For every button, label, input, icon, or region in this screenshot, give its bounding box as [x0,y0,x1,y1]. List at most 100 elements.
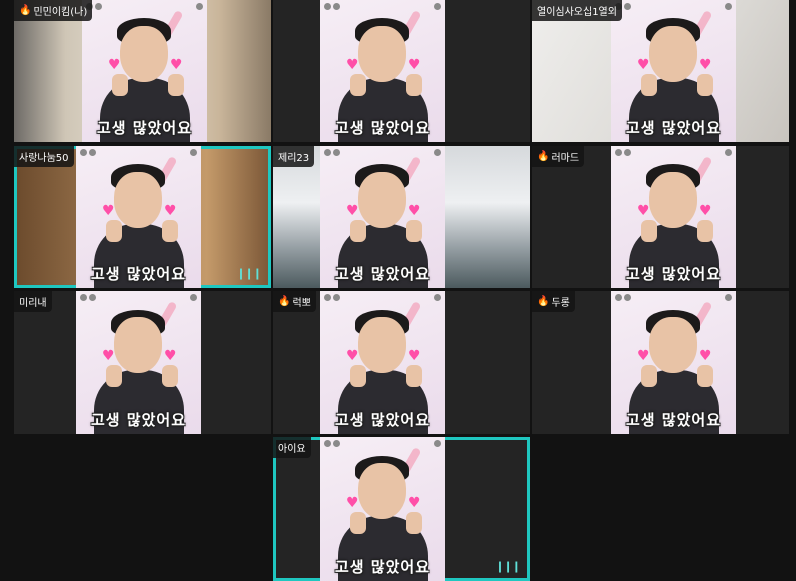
participant-tile[interactable]: 사랑나눔50 ♥ ♥ 고생 많았어요 ❙❙❙ [14,146,271,288]
person-face [358,25,406,82]
sticker-controls[interactable] [324,3,340,10]
heart-icon: ♥ [108,56,121,73]
participant-tile[interactable]: 🔥 두롱 ♥ ♥ 고생 많았어요 [532,291,789,434]
sticker-overlay: ♥ ♥ 고생 많았어요 [611,0,736,142]
participant-name-label: 제리23 [273,146,315,167]
sticker-caption: 고생 많았어요 [625,265,722,283]
participant-name-label: 🔥 두롱 [532,291,575,312]
person-face [358,316,406,373]
person-face [358,462,406,519]
participant-tile[interactable]: 🔥 민민이킴(나) ♥ ♥ 고생 많았어요 [14,0,271,142]
participant-tile[interactable]: 미리내 ♥ ♥ 고생 많았어요 [14,291,271,434]
fire-badge-icon: 🔥 [537,296,550,307]
heart-icon: ♥ [346,494,359,511]
sticker-close-icon[interactable] [434,294,441,301]
sticker-overlay: ♥ ♥ 고생 많았어요 [320,146,445,288]
heart-icon: ♥ [408,56,421,73]
sticker-caption: 고생 많았어요 [334,119,431,137]
heart-icon: ♥ [699,56,712,73]
participant-name-label: 미리내 [14,291,52,312]
fire-badge-icon: 🔥 [278,296,291,307]
sticker-close-icon[interactable] [434,149,441,156]
person-face [649,171,697,228]
participant-name: 럭뽀 [292,298,311,309]
participant-tile[interactable]: 제리23 ♥ ♥ 고생 많았어요 [273,146,530,288]
person-face [358,171,406,228]
participant-tile[interactable]: 🔥 럭뽀 ♥ ♥ 고생 많았어요 [273,291,530,434]
heart-icon: ♥ [408,202,421,219]
sticker-controls[interactable] [615,149,631,156]
sticker-overlay: ♥ ♥ 고생 많았어요 [76,146,201,288]
heart-icon: ♥ [164,348,177,365]
participant-name-label: 🔥 민민이킴(나) [14,0,93,21]
sticker-controls[interactable] [80,149,96,156]
participant-name: 열이심사오십1열외 [537,7,617,18]
fire-badge-icon: 🔥 [537,151,550,162]
sticker-close-icon[interactable] [434,440,441,447]
participant-name: 민민이킴(나) [33,7,88,18]
audio-level-icon: ❙❙❙ [495,560,521,573]
heart-icon: ♥ [102,348,115,365]
heart-icon: ♥ [346,348,359,365]
participant-name: 미리내 [19,298,47,309]
heart-icon: ♥ [699,202,712,219]
heart-icon: ♥ [637,348,650,365]
participant-name-label: 🔥 러마드 [532,146,585,167]
participant-tile[interactable]: 아이요 ♥ ♥ 고생 많았어요 ❙❙❙ [273,437,530,581]
participant-name-label: 아이요 [273,437,311,458]
participant-tile[interactable]: 열이심사오십1열외 ♥ ♥ 고생 많았어요 [532,0,789,142]
sticker-caption: 고생 많았어요 [334,411,431,429]
sticker-close-icon[interactable] [196,3,203,10]
heart-icon: ♥ [637,56,650,73]
participant-name: 제리23 [278,153,310,164]
sticker-close-icon[interactable] [725,294,732,301]
heart-icon: ♥ [408,494,421,511]
participant-name-label: 사랑나눔50 [14,146,74,167]
person-face [114,316,162,373]
audio-level-icon: ❙❙❙ [236,267,262,280]
participant-tile[interactable]: 🔥 러마드 ♥ ♥ 고생 많았어요 [532,146,789,288]
sticker-close-icon[interactable] [725,3,732,10]
participant-name: 러마드 [551,153,580,164]
sticker-caption: 고생 많았어요 [334,558,431,576]
heart-icon: ♥ [346,202,359,219]
fire-badge-icon: 🔥 [19,5,32,16]
sticker-controls[interactable] [324,440,340,447]
sticker-controls[interactable] [324,294,340,301]
sticker-close-icon[interactable] [190,294,197,301]
sticker-close-icon[interactable] [434,3,441,10]
participant-tile[interactable]: ♥ ♥ 고생 많았어요 [273,0,530,142]
participant-name-label: 열이심사오십1열외 [532,0,622,21]
sticker-caption: 고생 많았어요 [625,119,722,137]
sticker-overlay: ♥ ♥ 고생 많았어요 [76,291,201,434]
heart-icon: ♥ [699,348,712,365]
heart-icon: ♥ [102,202,115,219]
sticker-controls[interactable] [615,294,631,301]
sticker-controls[interactable] [80,294,96,301]
heart-icon: ♥ [637,202,650,219]
sticker-overlay: ♥ ♥ 고생 많았어요 [320,291,445,434]
person-face [120,25,168,82]
sticker-close-icon[interactable] [725,149,732,156]
heart-icon: ♥ [346,56,359,73]
sticker-overlay: ♥ ♥ 고생 많았어요 [320,0,445,142]
sticker-caption: 고생 많았어요 [625,411,722,429]
person-face [649,25,697,82]
sticker-close-icon[interactable] [190,149,197,156]
participant-name-label: 🔥 럭뽀 [273,291,316,312]
heart-icon: ♥ [170,56,183,73]
participant-name: 아이요 [278,444,306,455]
sticker-overlay: ♥ ♥ 고생 많았어요 [82,0,207,142]
participant-name: 두롱 [551,298,570,309]
sticker-overlay: ♥ ♥ 고생 많았어요 [611,291,736,434]
participant-name: 사랑나눔50 [19,153,69,164]
heart-icon: ♥ [408,348,421,365]
person-face [114,171,162,228]
sticker-caption: 고생 많았어요 [334,265,431,283]
sticker-controls[interactable] [324,149,340,156]
sticker-caption: 고생 많았어요 [90,265,187,283]
sticker-overlay: ♥ ♥ 고생 많았어요 [320,437,445,581]
heart-icon: ♥ [164,202,177,219]
sticker-caption: 고생 많았어요 [90,411,187,429]
person-face [649,316,697,373]
